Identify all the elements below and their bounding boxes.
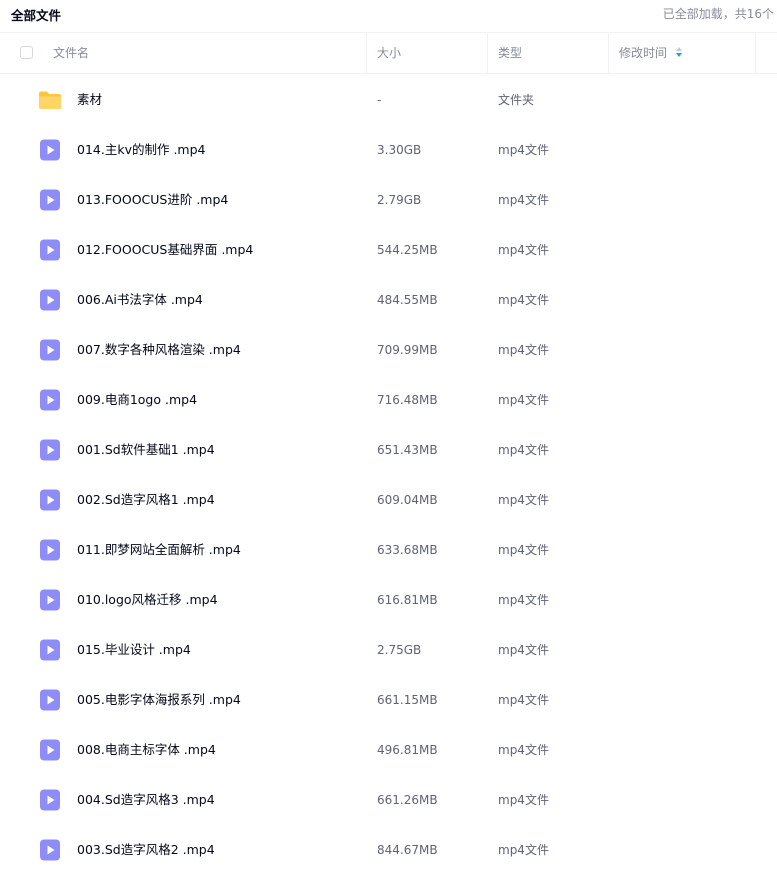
file-row[interactable]: 011.即梦网站全面解析 .mp4 633.68MB mp4文件	[0, 525, 777, 575]
file-type: mp4文件	[498, 543, 549, 557]
select-all-checkbox[interactable]	[20, 46, 33, 59]
file-type: 文件夹	[498, 93, 535, 107]
video-file-icon	[38, 438, 62, 462]
column-divider	[608, 33, 609, 73]
file-name[interactable]: 004.Sd造字风格3 .mp4	[77, 775, 215, 825]
file-name[interactable]: 014.主kv的制作 .mp4	[77, 125, 205, 175]
video-file-icon	[38, 838, 62, 862]
file-row[interactable]: 003.Sd造字风格2 .mp4 844.67MB mp4文件	[0, 825, 777, 875]
video-file-icon	[38, 388, 62, 412]
file-type: mp4文件	[498, 693, 549, 707]
file-size: 496.81MB	[377, 743, 438, 757]
file-name[interactable]: 005.电影字体海报系列 .mp4	[77, 675, 241, 725]
file-size: 633.68MB	[377, 543, 438, 557]
video-file-icon	[38, 788, 62, 812]
file-row[interactable]: 001.Sd软件基础1 .mp4 651.43MB mp4文件	[0, 425, 777, 475]
file-name[interactable]: 015.毕业设计 .mp4	[77, 625, 191, 675]
file-type: mp4文件	[498, 643, 549, 657]
file-row[interactable]: 013.FOOOCUS进阶 .mp4 2.79GB mp4文件	[0, 175, 777, 225]
file-type: mp4文件	[498, 393, 549, 407]
file-row[interactable]: 002.Sd造字风格1 .mp4 609.04MB mp4文件	[0, 475, 777, 525]
file-type: mp4文件	[498, 143, 549, 157]
folder-icon	[38, 88, 62, 112]
file-row[interactable]: 014.主kv的制作 .mp4 3.30GB mp4文件	[0, 125, 777, 175]
column-header-modified-label: 修改时间	[619, 46, 668, 60]
file-name[interactable]: 002.Sd造字风格1 .mp4	[77, 475, 215, 525]
file-name[interactable]: 010.logo风格迁移 .mp4	[77, 575, 218, 625]
file-name[interactable]: 003.Sd造字风格2 .mp4	[77, 825, 215, 875]
file-row[interactable]: 005.电影字体海报系列 .mp4 661.15MB mp4文件	[0, 675, 777, 725]
column-divider	[755, 33, 756, 73]
file-size: 661.26MB	[377, 793, 438, 807]
file-row[interactable]: 008.电商主标字体 .mp4 496.81MB mp4文件	[0, 725, 777, 775]
column-header-modified[interactable]: 修改时间	[619, 33, 683, 73]
video-file-icon	[38, 238, 62, 262]
file-type: mp4文件	[498, 443, 549, 457]
file-name[interactable]: 006.Ai书法字体 .mp4	[77, 275, 203, 325]
file-size: 2.75GB	[377, 643, 422, 657]
file-list-header: 文件名 大小 类型 修改时间	[0, 32, 777, 74]
file-name[interactable]: 008.电商主标字体 .mp4	[77, 725, 216, 775]
file-row[interactable]: 012.FOOOCUS基础界面 .mp4 544.25MB mp4文件	[0, 225, 777, 275]
breadcrumb-all-files[interactable]: 全部文件	[11, 5, 61, 24]
file-row[interactable]: 007.数字各种风格渲染 .mp4 709.99MB mp4文件	[0, 325, 777, 375]
file-size: 709.99MB	[377, 343, 438, 357]
file-size: 716.48MB	[377, 393, 438, 407]
file-name[interactable]: 011.即梦网站全面解析 .mp4	[77, 525, 241, 575]
file-size: -	[377, 93, 382, 107]
video-file-icon	[38, 288, 62, 312]
file-size: 484.55MB	[377, 293, 438, 307]
file-row[interactable]: 015.毕业设计 .mp4 2.75GB mp4文件	[0, 625, 777, 675]
video-file-icon	[38, 638, 62, 662]
file-name[interactable]: 007.数字各种风格渲染 .mp4	[77, 325, 241, 375]
file-size: 3.30GB	[377, 143, 422, 157]
file-type: mp4文件	[498, 743, 549, 757]
file-type: mp4文件	[498, 243, 549, 257]
file-row[interactable]: 004.Sd造字风格3 .mp4 661.26MB mp4文件	[0, 775, 777, 825]
file-type: mp4文件	[498, 193, 549, 207]
file-type: mp4文件	[498, 493, 549, 507]
video-file-icon	[38, 738, 62, 762]
top-bar: 全部文件 已全部加载，共16个	[0, 0, 777, 30]
file-type: mp4文件	[498, 293, 549, 307]
column-header-size[interactable]: 大小	[377, 33, 401, 73]
column-header-name[interactable]: 文件名	[53, 33, 89, 73]
sort-icon[interactable]	[676, 47, 683, 58]
file-name[interactable]: 012.FOOOCUS基础界面 .mp4	[77, 225, 253, 275]
file-size: 651.43MB	[377, 443, 438, 457]
column-divider	[487, 33, 488, 73]
file-size: 2.79GB	[377, 193, 422, 207]
file-size: 609.04MB	[377, 493, 438, 507]
file-name[interactable]: 009.电商1ogo .mp4	[77, 375, 197, 425]
file-type: mp4文件	[498, 593, 549, 607]
video-file-icon	[38, 588, 62, 612]
file-type: mp4文件	[498, 843, 549, 857]
folder-row[interactable]: 素材 - 文件夹	[0, 75, 777, 125]
load-status-text: 已全部加载，共16个	[662, 7, 774, 21]
column-header-type[interactable]: 类型	[498, 33, 522, 73]
file-row[interactable]: 009.电商1ogo .mp4 716.48MB mp4文件	[0, 375, 777, 425]
file-name[interactable]: 素材	[77, 75, 102, 125]
video-file-icon	[38, 538, 62, 562]
column-divider	[366, 33, 367, 73]
file-list: 素材 - 文件夹 014.主kv的制作 .mp4 3.30GB mp4文件 013.FOOO…	[0, 75, 777, 875]
file-type: mp4文件	[498, 343, 549, 357]
file-size: 544.25MB	[377, 243, 438, 257]
file-size: 616.81MB	[377, 593, 438, 607]
file-name[interactable]: 001.Sd软件基础1 .mp4	[77, 425, 215, 475]
file-size: 844.67MB	[377, 843, 438, 857]
file-row[interactable]: 010.logo风格迁移 .mp4 616.81MB mp4文件	[0, 575, 777, 625]
file-name[interactable]: 013.FOOOCUS进阶 .mp4	[77, 175, 228, 225]
video-file-icon	[38, 688, 62, 712]
video-file-icon	[38, 138, 62, 162]
video-file-icon	[38, 338, 62, 362]
file-size: 661.15MB	[377, 693, 438, 707]
file-type: mp4文件	[498, 793, 549, 807]
video-file-icon	[38, 188, 62, 212]
file-row[interactable]: 006.Ai书法字体 .mp4 484.55MB mp4文件	[0, 275, 777, 325]
video-file-icon	[38, 488, 62, 512]
